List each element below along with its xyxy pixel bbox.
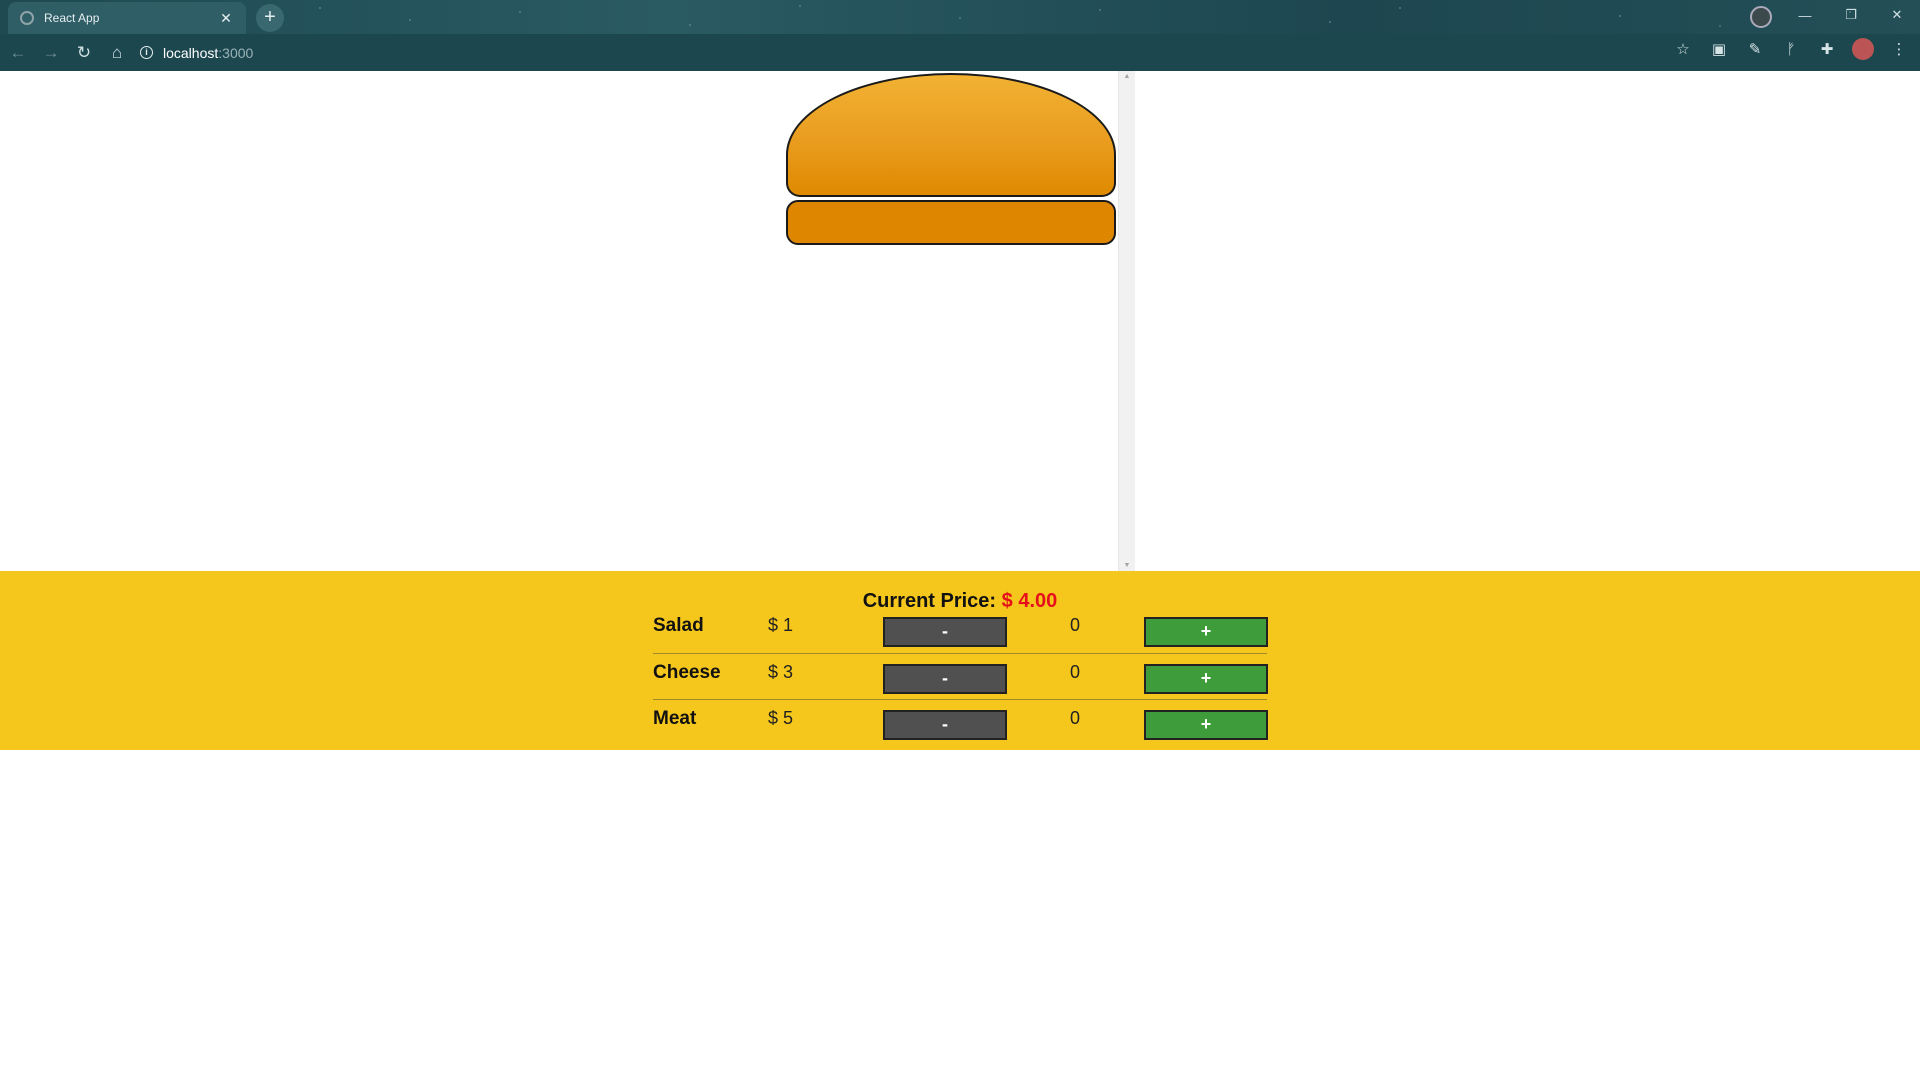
window-close-icon[interactable]: ✕	[1874, 7, 1920, 23]
restore-icon[interactable]: ❐	[1828, 7, 1874, 23]
page-viewport: ▲ ▼ Current Price: $ 4.00 Salad $ 1 - 0 …	[0, 71, 1920, 1080]
tab-react-app[interactable]: React App ✕	[8, 2, 246, 34]
url-port: :3000	[218, 44, 254, 61]
new-tab-button[interactable]: +	[256, 4, 284, 32]
browser-toolbar: ← → ↻ ⌂ i localhost:3000 ☆ ▣ ✎ ᚠ ✚ ⋮	[0, 34, 1920, 71]
bookmark-star-icon[interactable]: ☆	[1672, 40, 1694, 58]
toolbar-actions: ☆ ▣ ✎ ᚠ ✚ ⋮	[1672, 38, 1910, 60]
ingredient-row-cheese: Cheese $ 3 - 0 +	[653, 653, 1268, 700]
ingredient-count: 0	[1069, 615, 1080, 635]
ingredient-price: $ 1	[768, 615, 794, 635]
profile-avatar[interactable]	[1852, 38, 1874, 60]
minimize-icon[interactable]: —	[1782, 8, 1828, 23]
pen-extension-icon[interactable]: ✎	[1744, 40, 1766, 58]
theme-background	[0, 0, 1920, 34]
burger	[786, 71, 1116, 571]
tab-strip: React App ✕ + — ❐ ✕	[0, 0, 1920, 34]
less-salad-button[interactable]: -	[883, 617, 1007, 647]
scroll-up-icon[interactable]: ▲	[1119, 73, 1135, 80]
less-meat-button[interactable]: -	[883, 710, 1007, 740]
ingredient-count: 0	[1069, 662, 1080, 682]
puzzle-icon[interactable]: ✚	[1816, 40, 1838, 58]
burger-preview: ▲ ▼	[0, 71, 1920, 571]
ingredient-name: Cheese	[653, 662, 721, 683]
more-meat-button[interactable]: +	[1144, 710, 1268, 740]
ingredient-name: Salad	[653, 615, 704, 636]
back-arrow-icon[interactable]: ←	[3, 38, 33, 68]
address-bar[interactable]: i localhost:3000	[140, 39, 253, 66]
more-cheese-button[interactable]: +	[1144, 664, 1268, 694]
translate-icon[interactable]: ▣	[1708, 40, 1730, 58]
window-controls: — ❐ ✕	[1782, 0, 1920, 30]
bread-bottom	[786, 200, 1116, 245]
scroll-down-icon[interactable]: ▼	[1119, 562, 1135, 569]
ingredient-row-meat: Meat $ 5 - 0 +	[653, 699, 1268, 746]
url-host: localhost	[163, 44, 219, 61]
ingredient-price: $ 3	[768, 662, 794, 682]
less-cheese-button[interactable]: -	[883, 664, 1007, 694]
bread-top	[786, 73, 1116, 197]
menu-icon[interactable]: ⋮	[1888, 40, 1910, 58]
tab-search-icon[interactable]	[1750, 6, 1772, 28]
ingredient-row-salad: Salad $ 1 - 0 +	[653, 607, 1268, 653]
ingredient-price: $ 5	[768, 708, 794, 728]
ingredient-count: 0	[1069, 708, 1080, 728]
more-salad-button[interactable]: +	[1144, 617, 1268, 647]
home-icon[interactable]: ⌂	[102, 38, 132, 68]
ingredient-name: Meat	[653, 708, 697, 729]
extension-icon[interactable]: ᚠ	[1780, 41, 1802, 58]
close-icon[interactable]: ✕	[218, 10, 234, 27]
forward-arrow-icon[interactable]: →	[36, 38, 66, 68]
build-controls: Current Price: $ 4.00 Salad $ 1 - 0 + Ch…	[0, 571, 1920, 750]
info-icon[interactable]: i	[140, 46, 153, 59]
tab-title: React App	[44, 11, 100, 25]
globe-icon	[20, 11, 34, 25]
burger-scrollbar[interactable]: ▲ ▼	[1118, 71, 1135, 571]
reload-icon[interactable]: ↻	[69, 38, 99, 68]
